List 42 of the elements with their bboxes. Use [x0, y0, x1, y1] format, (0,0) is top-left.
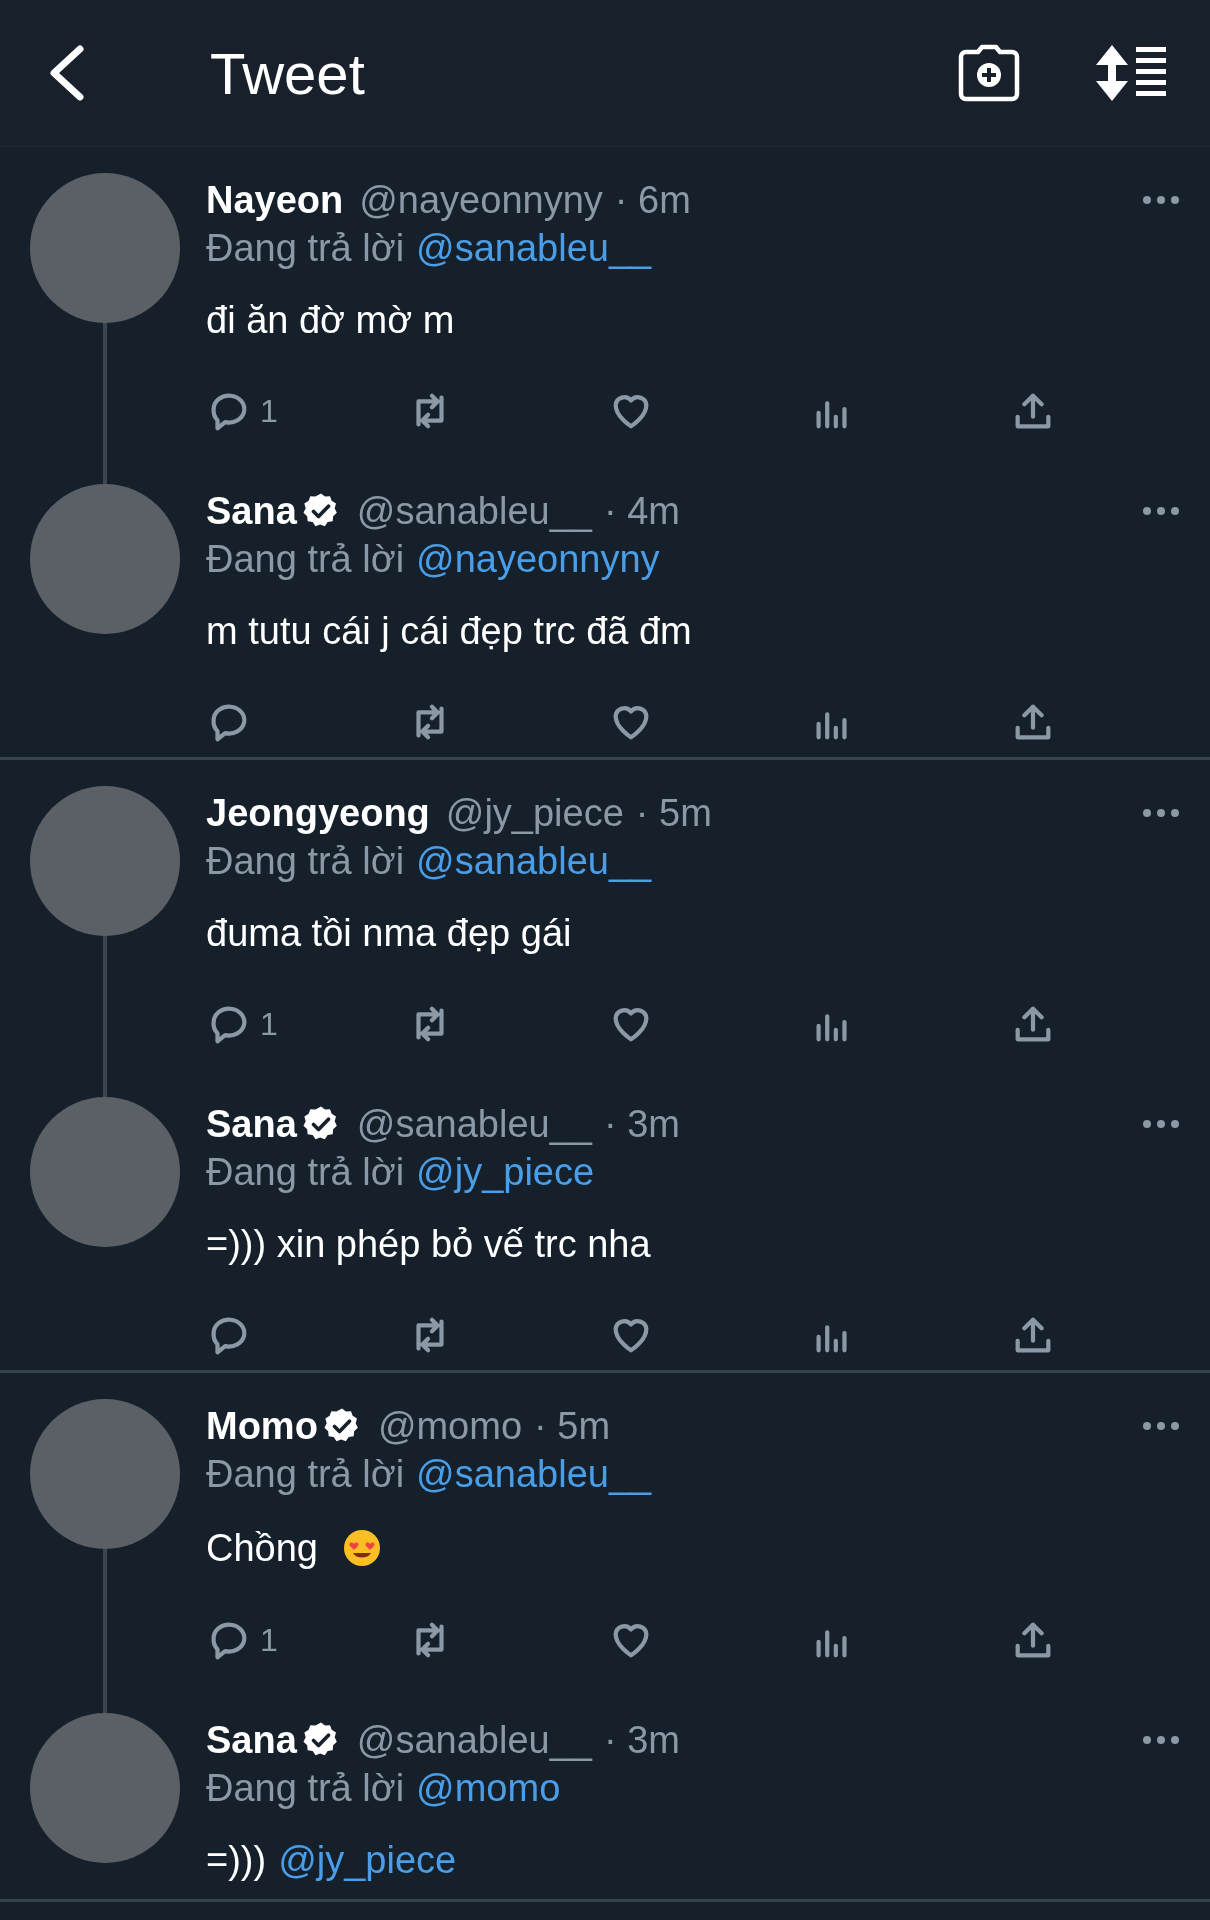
tweet-time: · 5m: [635, 790, 712, 836]
replying-to-label: Đang trả lời: [206, 1451, 405, 1497]
mention-link[interactable]: @jy_piece: [278, 1832, 457, 1889]
more-options-icon[interactable]: [1142, 1735, 1180, 1745]
tweet-time: · 3m: [603, 1101, 680, 1147]
more-options-icon[interactable]: [1142, 506, 1180, 516]
replying-to-label: Đang trả lời: [206, 838, 405, 884]
reply-count: 1: [260, 1621, 278, 1660]
tweet-text: m tutu cái j cái đẹp trc đã đm: [206, 609, 692, 654]
tweet-text: Chồng: [206, 1525, 318, 1571]
tweet-time: · 3m: [603, 1717, 680, 1763]
replying-to-label: Đang trả lời: [206, 1149, 405, 1195]
display-name: Jeongyeong: [206, 790, 430, 836]
user-handle: @sanableu__: [356, 1717, 592, 1763]
replying-to-label: Đang trả lời: [206, 225, 405, 271]
display-name: Sana: [206, 488, 297, 534]
display-name: Momo: [206, 1403, 318, 1449]
more-options-icon[interactable]: [1142, 1421, 1180, 1431]
user-handle: @sanableu__: [356, 1101, 592, 1147]
tweet-time: · 4m: [603, 488, 680, 534]
tweet-text: =))) xin phép bỏ vế trc nha: [206, 1222, 651, 1267]
tweet-text: đi ăn đờ mờ m: [206, 298, 455, 343]
more-options-icon[interactable]: [1142, 1119, 1180, 1129]
user-handle: @jy_piece: [445, 790, 624, 836]
tweet-text: đuma tồi nma đẹp gái: [206, 911, 572, 956]
display-name: Sana: [206, 1717, 297, 1763]
tweet-text: =))): [206, 1838, 267, 1883]
more-options-icon[interactable]: [1142, 195, 1180, 205]
display-name: Nayeon: [206, 177, 344, 223]
more-options-icon[interactable]: [1142, 808, 1180, 818]
replying-to-label: Đang trả lời: [206, 1765, 405, 1811]
user-handle: @nayeonnyny: [359, 177, 603, 223]
tweet-time: · 6m: [614, 177, 691, 223]
heart-eyes-emoji-icon: [342, 1528, 382, 1568]
reply-count: 1: [260, 1005, 278, 1044]
user-handle: @sanableu__: [356, 488, 592, 534]
camera-plus-icon[interactable]: [958, 44, 1020, 102]
display-name: Sana: [206, 1101, 297, 1147]
sort-list-icon[interactable]: [1094, 45, 1166, 101]
reply-count: 1: [260, 392, 278, 431]
page-title: Tweet: [210, 39, 365, 108]
replying-to-label: Đang trả lời: [206, 536, 405, 582]
